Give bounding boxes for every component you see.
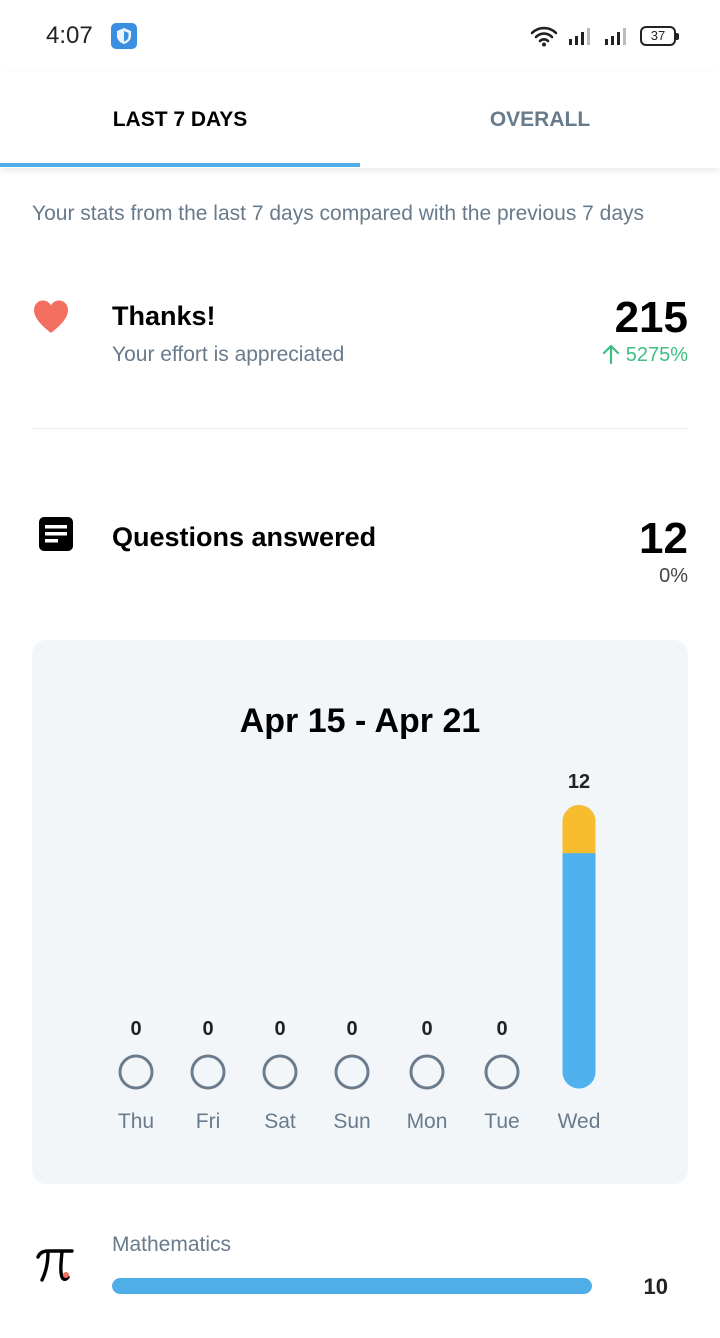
tab-last-7-days[interactable]: LAST 7 DAYS bbox=[0, 72, 360, 168]
weekly-chart-card: Apr 15 - Apr 21 0 Thu 0 Fri 0 Sat 0 Sun 0 Mon 0 Tue… bbox=[32, 640, 688, 1184]
tab-overall[interactable]: OVERALL bbox=[360, 72, 720, 168]
chart-value-label-sun: 0 bbox=[346, 1018, 357, 1040]
subject-progress-track bbox=[112, 1278, 592, 1294]
chart-value-label-fri: 0 bbox=[202, 1018, 213, 1040]
chart-value-label-mon: 0 bbox=[421, 1018, 432, 1040]
thanks-row: Thanks! Your effort is appreciated 215 5… bbox=[32, 293, 688, 386]
status-time: 4:07 bbox=[46, 22, 93, 49]
wifi-icon bbox=[530, 26, 558, 47]
chart-empty-marker-fri bbox=[190, 1054, 226, 1090]
chart-value-label-sat: 0 bbox=[274, 1018, 285, 1040]
chart-value-label-tue: 0 bbox=[496, 1018, 507, 1040]
questions-change: 0% bbox=[659, 565, 688, 587]
divider bbox=[32, 428, 688, 429]
chart-day-label-fri: Fri bbox=[196, 1110, 221, 1133]
pi-icon bbox=[36, 1249, 74, 1282]
chart-empty-marker-thu bbox=[118, 1054, 154, 1090]
chart-value-label-wed: 12 bbox=[568, 771, 590, 793]
status-icons: 37 bbox=[530, 24, 679, 48]
heart-icon bbox=[34, 300, 68, 333]
chart-empty-marker-tue bbox=[484, 1054, 520, 1090]
questions-title: Questions answered bbox=[112, 522, 377, 552]
chart-day-label-sat: Sat bbox=[264, 1110, 296, 1133]
signal-icon bbox=[605, 28, 626, 45]
chart-day-label-thu: Thu bbox=[118, 1110, 154, 1133]
chart-empty-marker-mon bbox=[409, 1054, 445, 1090]
subject-count: 10 bbox=[643, 1274, 668, 1299]
battery-icon: 37 bbox=[640, 26, 679, 46]
signal-icon bbox=[569, 28, 590, 45]
chart-day-label-wed: Wed bbox=[558, 1110, 601, 1133]
chart-bar-highlight-wed bbox=[562, 805, 596, 854]
intro-text: Your stats from the last 7 days compared… bbox=[32, 202, 645, 225]
thanks-change-value: 5275% bbox=[625, 344, 688, 366]
arrow-up-icon bbox=[603, 344, 620, 365]
chart-day-label-tue: Tue bbox=[484, 1110, 519, 1133]
status-bar: 4:07 37 bbox=[0, 0, 720, 72]
chart-day-label-sun: Sun bbox=[333, 1110, 370, 1133]
subject-name: Mathematics bbox=[112, 1233, 232, 1256]
thanks-subtitle: Your effort is appreciated bbox=[112, 343, 345, 366]
active-tab-indicator bbox=[0, 163, 360, 167]
chart-empty-marker-sat bbox=[262, 1054, 298, 1090]
thanks-title: Thanks! bbox=[112, 301, 216, 331]
questions-count: 12 bbox=[639, 514, 688, 563]
weekly-bar-chart: 0 Thu 0 Fri 0 Sat 0 Sun 0 Mon 0 Tue 12 Wed bbox=[118, 771, 601, 1133]
chart-day-label-mon: Mon bbox=[407, 1110, 448, 1133]
stats-tabs: LAST 7 DAYS OVERALL bbox=[0, 72, 720, 168]
questions-row: Questions answered 12 0% bbox=[32, 514, 688, 596]
subject-progress-fill bbox=[112, 1278, 592, 1294]
thanks-change: 5275% bbox=[602, 344, 688, 367]
shield-app-icon bbox=[111, 23, 137, 49]
thanks-count: 215 bbox=[614, 293, 688, 342]
chart-empty-marker-sun bbox=[334, 1054, 370, 1090]
chart-value-label-thu: 0 bbox=[130, 1018, 141, 1040]
document-icon bbox=[39, 517, 73, 551]
